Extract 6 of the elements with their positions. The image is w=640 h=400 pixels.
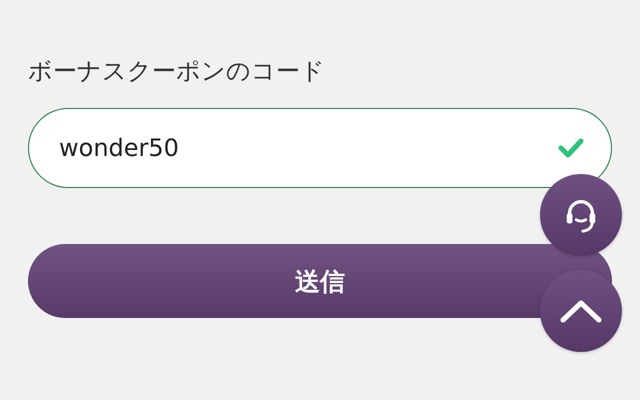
chevron-up-icon — [559, 298, 603, 324]
checkmark-icon — [558, 138, 584, 158]
submit-button[interactable]: 送信 — [28, 244, 612, 318]
coupon-field[interactable]: wonder50 — [28, 108, 612, 188]
field-label: ボーナスクーポンのコード — [28, 56, 326, 87]
support-button[interactable] — [540, 174, 622, 256]
